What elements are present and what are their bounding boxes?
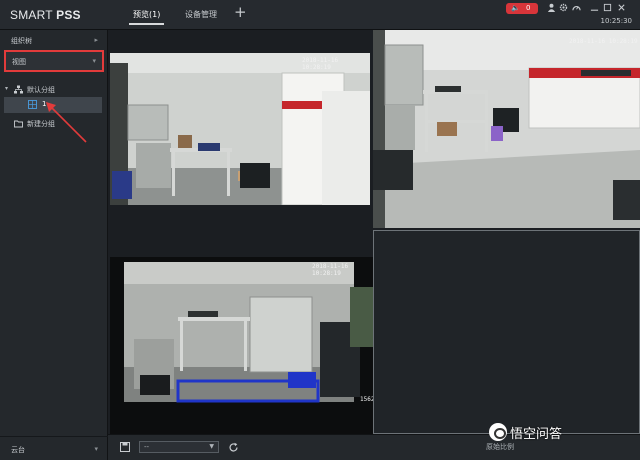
speaker-icon: 🔈 [511,4,520,12]
video-grid: 2018-11-16 10:28:19 2018-11-16 10:28:19 [108,30,640,434]
caret-down-icon: ▾ [5,85,9,92]
alarm-badge[interactable]: 🔈 0 [506,3,538,14]
video-cell-4[interactable] [373,230,640,434]
tree-item-default-group[interactable]: ▾ 默认分组 [0,82,108,98]
video-timestamp: 2018-11-16 10:28:19 [569,38,638,45]
group-tree-icon [14,85,23,94]
stream-select-value: -- [144,443,150,451]
sidebar: 组织树 ▸ 视图 ▾ ▾ 默认分组 1 新建分组 云台 ▾ [0,30,108,460]
video-cell-3[interactable]: 2018-11-16 10:28:19 1562 [110,257,373,434]
watermark-logo-icon [489,423,507,441]
save-icon[interactable] [120,442,130,452]
channel-label: 1562 [360,396,373,403]
view-item-icon [28,100,37,109]
sidebar-item-org-tree[interactable]: 组织树 ▸ [0,32,108,50]
annotation-arrow [46,102,87,143]
maximize-icon[interactable] [603,3,612,12]
clock: 10:25:30 [600,17,632,25]
ptz-label: 云台 [11,446,25,454]
sidebar-item-ptz[interactable]: 云台 ▾ [0,436,108,460]
top-bar: SMART PSS 预览(1) 设备管理 + 🔈 0 10:25:30 [0,0,640,30]
tab-device-management[interactable]: 设备管理 [185,9,217,20]
settings-icon[interactable] [559,3,568,12]
tab-preview[interactable]: 预览(1) [128,9,165,25]
org-tree-label: 组织树 [11,37,32,45]
camera-feed [110,257,373,434]
stream-select[interactable]: -- ▼ [139,441,219,453]
chevron-right-icon: ▸ [94,36,98,44]
chevron-down-icon: ▾ [94,445,98,453]
video-timestamp: 2018-11-16 10:28:19 [302,57,339,71]
close-icon[interactable] [617,3,626,12]
add-tab-button[interactable]: + [234,5,247,20]
video-timestamp: 2018-11-16 10:28:19 [312,263,349,277]
chevron-down-icon: ▾ [92,57,96,65]
new-folder-icon [14,120,23,128]
alarm-count: 0 [526,4,531,12]
camera-feed [110,53,370,205]
sidebar-item-view[interactable]: 视图 ▾ [4,50,104,72]
minimize-icon[interactable] [590,3,599,12]
aspect-ratio-label[interactable]: 原始比例 [486,442,514,452]
video-cell-1[interactable]: 2018-11-16 10:28:19 [110,53,370,205]
refresh-icon[interactable] [228,442,239,453]
chevron-down-icon: ▼ [209,443,214,450]
video-cell-2[interactable]: 2018-11-16 10:28:19 [373,30,640,228]
dashboard-icon[interactable] [572,3,581,12]
default-group-label: 默认分组 [27,86,55,94]
view-label: 视图 [12,58,26,66]
watermark-text: 悟空问答 [510,427,563,442]
camera-feed [373,30,640,228]
user-icon[interactable] [547,3,556,12]
app-logo: SMART PSS [10,8,81,22]
